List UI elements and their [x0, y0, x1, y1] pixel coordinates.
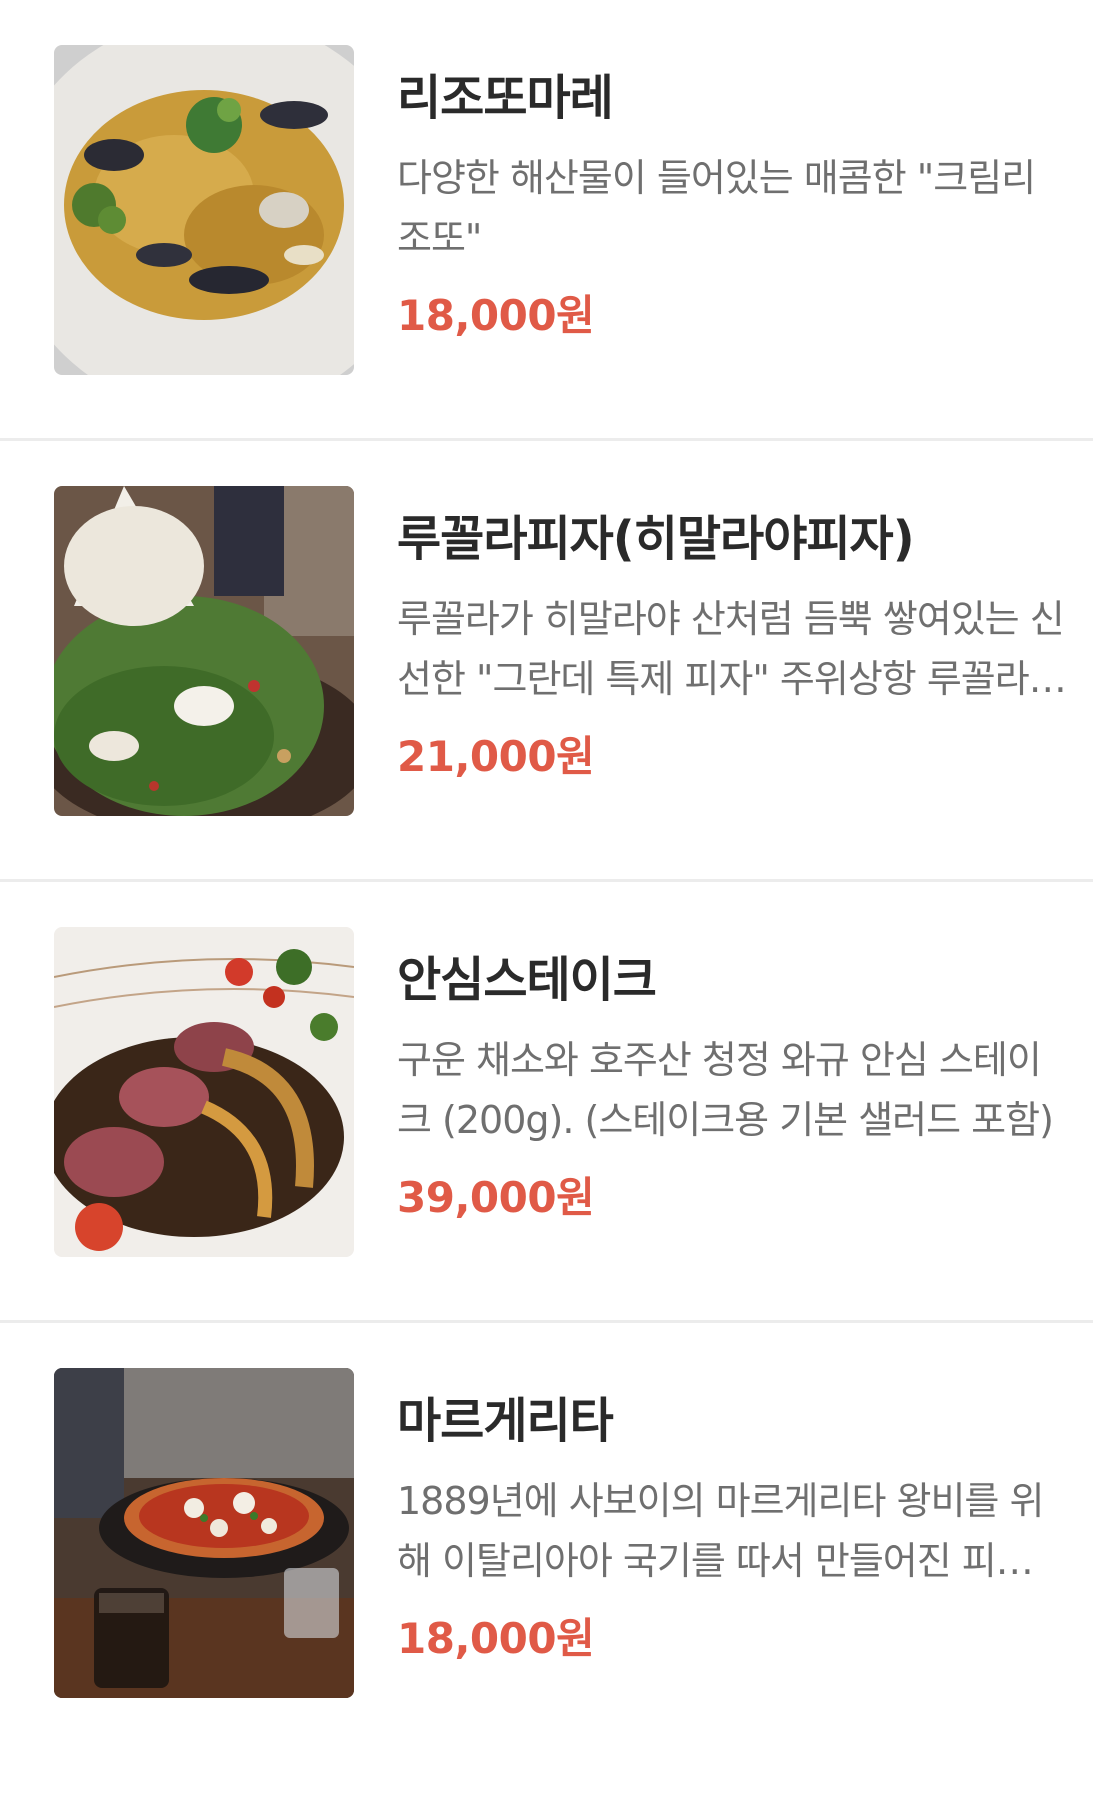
menu-item-info: 안심스테이크 구운 채소와 호주산 청정 와규 안심 스테이크 (200g). … [397, 952, 1067, 1225]
item-price: 18,000원 [397, 1613, 595, 1663]
menu-item[interactable]: 안심스테이크 구운 채소와 호주산 청정 와규 안심 스테이크 (200g). … [0, 882, 1093, 1323]
item-price: 18,000원 [397, 290, 595, 340]
menu-item[interactable]: 루꼴라피자(히말라야피자) 루꼴라가 히말라야 산처럼 듬뿍 쌓여있는 신선한 … [0, 441, 1093, 882]
item-price: 21,000원 [397, 731, 595, 781]
menu-item[interactable]: 리조또마레 다양한 해산물이 들어있는 매콤한 "크림리조또" 18,000원 [0, 0, 1093, 441]
item-description: 루꼴라가 히말라야 산처럼 듬뿍 쌓여있는 신선한 "그란데 특제 피자" 주위… [397, 596, 1065, 701]
item-description: 다양한 해산물이 들어있는 매콤한 "크림리조또" [397, 155, 1036, 260]
item-name: 마르게리타 [397, 1393, 614, 1449]
item-name: 루꼴라피자(히말라야피자) [397, 511, 915, 567]
item-name: 안심스테이크 [397, 952, 657, 1008]
item-description: 1889년에 사보이의 마르게리타 왕비를 위해 이탈리아아 국기를 따서 만들… [397, 1478, 1065, 1583]
item-price: 39,000원 [397, 1172, 595, 1222]
menu-list: 리조또마레 다양한 해산물이 들어있는 매콤한 "크림리조또" 18,000원 [0, 0, 1093, 1811]
item-name: 리조또마레 [397, 70, 614, 126]
item-description: 구운 채소와 호주산 청정 와규 안심 스테이크 (200g). (스테이크용 … [397, 1037, 1054, 1142]
menu-item-info: 마르게리타 1889년에 사보이의 마르게리타 왕비를 위해 이탈리아아 국기를… [397, 1393, 1067, 1666]
margherita-pizza-photo [54, 1368, 354, 1698]
steak-photo [54, 927, 354, 1257]
seafood-risotto-photo [54, 45, 354, 375]
arugula-pizza-photo [54, 486, 354, 816]
menu-item[interactable]: 마르게리타 1889년에 사보이의 마르게리타 왕비를 위해 이탈리아아 국기를… [0, 1323, 1093, 1811]
menu-item-info: 루꼴라피자(히말라야피자) 루꼴라가 히말라야 산처럼 듬뿍 쌓여있는 신선한 … [397, 511, 1067, 784]
menu-item-info: 리조또마레 다양한 해산물이 들어있는 매콤한 "크림리조또" 18,000원 [397, 70, 1067, 343]
